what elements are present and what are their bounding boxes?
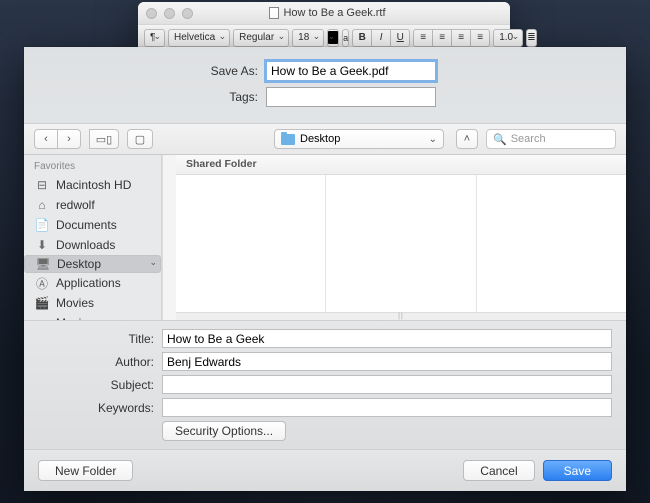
author-input[interactable]: [162, 352, 612, 371]
tags-label: Tags:: [24, 90, 266, 104]
sidebar-item-downloads[interactable]: ⬇ Downloads: [24, 235, 161, 255]
search-icon: 🔍: [493, 133, 507, 146]
resize-handle[interactable]: ||: [176, 312, 626, 320]
pdf-metadata: Title: Author: Subject: Keywords: Securi…: [24, 320, 626, 449]
column-header: Shared Folder: [176, 155, 626, 175]
author-label: Author:: [24, 355, 162, 369]
sidebar-item-label: redwolf: [56, 198, 95, 212]
paragraph-style-select[interactable]: ¶: [144, 29, 165, 47]
sidebar-item-label: Desktop: [57, 257, 101, 271]
sidebar-header: Favorites: [24, 155, 161, 175]
view-nav: ▭▯: [89, 129, 119, 149]
dialog-footer: New Folder Cancel Save: [24, 449, 626, 491]
location-select[interactable]: Desktop: [274, 129, 444, 149]
sidebar-item-label: Applications: [56, 276, 121, 290]
folder-icon: [281, 134, 295, 145]
font-family-select[interactable]: Helvetica: [168, 29, 230, 47]
save-dialog: Save As: Tags: ‹ › ▭▯ ▢ Desktop ˄ 🔍 Sear…: [24, 47, 626, 491]
file-browser: Favorites ⊟ Macintosh HD ⌂ redwolf 📄 Document…: [24, 155, 626, 320]
align-justify-button[interactable]: ≡: [470, 29, 490, 47]
line-spacing-select[interactable]: 1.0: [493, 29, 523, 47]
search-field[interactable]: 🔍 Search: [486, 129, 616, 149]
down-icon: ⬇: [34, 238, 50, 252]
titlebar: How to Be a Geek.rtf: [138, 2, 510, 24]
align-center-button[interactable]: ≡: [432, 29, 452, 47]
sidebar-item-redwolf[interactable]: ⌂ redwolf: [24, 195, 161, 215]
desk-icon: 🖥: [35, 257, 51, 271]
view-mode-button[interactable]: ▭▯: [89, 129, 119, 149]
sidebar-item-movies[interactable]: 🎬 Movies: [24, 293, 161, 313]
italic-button[interactable]: I: [371, 29, 391, 47]
forward-button[interactable]: ›: [57, 129, 81, 149]
document-icon: [269, 7, 279, 19]
underline-button[interactable]: U: [390, 29, 410, 47]
movie-icon: 🎬: [34, 296, 50, 310]
nav-toolbar: ‹ › ▭▯ ▢ Desktop ˄ 🔍 Search: [24, 123, 626, 155]
tags-input[interactable]: [266, 87, 436, 107]
font-size-select[interactable]: 18: [292, 29, 324, 47]
sidebar-item-label: Documents: [56, 218, 117, 232]
align-left-button[interactable]: ≡: [413, 29, 433, 47]
sidebar-item-macintosh-hd[interactable]: ⊟ Macintosh HD: [24, 175, 161, 195]
history-nav: ‹ ›: [34, 129, 81, 149]
window-title: How to Be a Geek.rtf: [193, 7, 462, 19]
back-button[interactable]: ‹: [34, 129, 58, 149]
home-icon: ⌂: [34, 198, 50, 212]
column-view[interactable]: [176, 175, 626, 312]
font-weight-select[interactable]: Regular: [233, 29, 289, 47]
list-button[interactable]: ≣: [526, 29, 536, 47]
bold-button[interactable]: B: [352, 29, 372, 47]
style-group: B I U: [352, 29, 410, 47]
save-header: Save As: Tags:: [24, 47, 626, 123]
group-button[interactable]: ▢: [127, 129, 153, 149]
align-right-button[interactable]: ≡: [451, 29, 471, 47]
subject-label: Subject:: [24, 378, 162, 392]
cancel-button[interactable]: Cancel: [463, 460, 534, 481]
color-swatch[interactable]: [327, 29, 339, 47]
sidebar: Favorites ⊟ Macintosh HD ⌂ redwolf 📄 Document…: [24, 155, 162, 320]
align-group: ≡ ≡ ≡ ≡: [413, 29, 490, 47]
sidebar-item-label: Macintosh HD: [56, 178, 131, 192]
disk-icon: ⊟: [34, 178, 50, 192]
save-button[interactable]: Save: [543, 460, 612, 481]
minimize-icon[interactable]: [164, 8, 175, 19]
sidebar-item-desktop[interactable]: 🖥 Desktop: [24, 255, 161, 273]
collapse-button[interactable]: ˄: [456, 129, 478, 149]
sidebar-item-applications[interactable]: Ⓐ Applications: [24, 273, 161, 293]
close-icon[interactable]: [146, 8, 157, 19]
title-input[interactable]: [162, 329, 612, 348]
new-folder-button[interactable]: New Folder: [38, 460, 133, 481]
traffic-lights: [146, 8, 193, 19]
security-options-button[interactable]: Security Options...: [162, 421, 286, 441]
subject-input[interactable]: [162, 375, 612, 394]
sidebar-item-music[interactable]: ♫Music: [24, 313, 161, 320]
sidebar-item-label: Movies: [56, 296, 94, 310]
sidebar-item-documents[interactable]: 📄 Documents: [24, 215, 161, 235]
text-color-button[interactable]: a: [342, 29, 349, 47]
save-as-label: Save As:: [24, 64, 266, 78]
save-as-input[interactable]: [266, 61, 436, 81]
app-icon: Ⓐ: [34, 276, 50, 290]
keywords-label: Keywords:: [24, 401, 162, 415]
keywords-input[interactable]: [162, 398, 612, 417]
zoom-icon[interactable]: [182, 8, 193, 19]
doc-icon: 📄: [34, 218, 50, 232]
sidebar-scrollbar[interactable]: [162, 155, 176, 320]
sidebar-item-label: Downloads: [56, 238, 115, 252]
title-label: Title:: [24, 332, 162, 346]
